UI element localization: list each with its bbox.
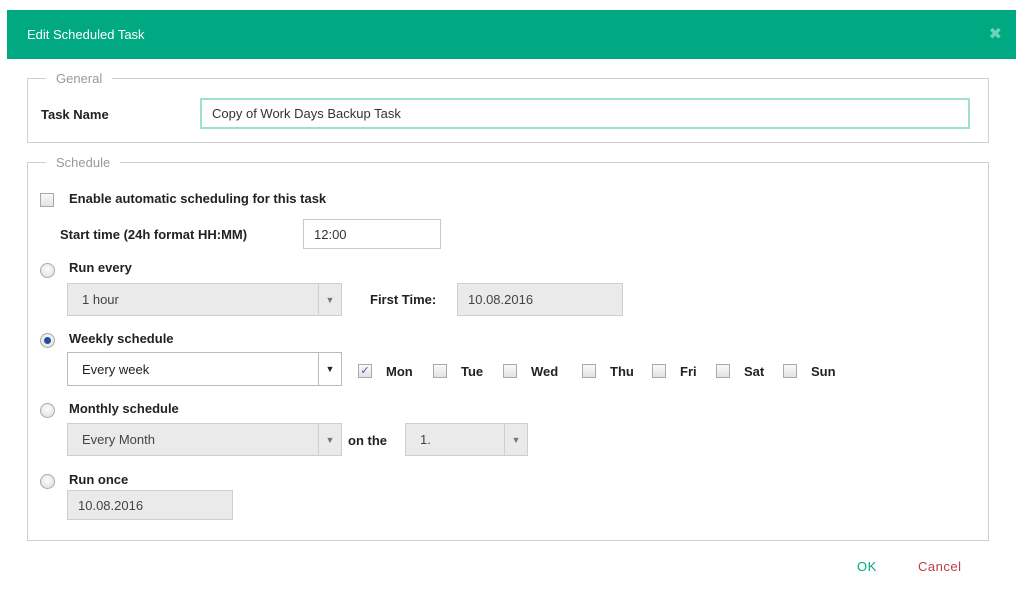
day-label-tue: Tue [461, 364, 484, 379]
schedule-section: Schedule [27, 155, 989, 541]
first-time-value: 10.08.2016 [468, 292, 534, 307]
ok-button[interactable]: OK [857, 559, 877, 574]
run-once-label: Run once [69, 472, 129, 487]
dialog-title-bar: Edit Scheduled Task ✖ [7, 10, 1016, 59]
monthly-frequency-select[interactable]: Every Month ▼ [67, 423, 342, 456]
dialog-title: Edit Scheduled Task [27, 27, 145, 42]
monthly-day-value: 1. [420, 432, 431, 447]
on-the-label: on the [348, 433, 387, 448]
day-label-mon: Mon [386, 364, 413, 379]
close-icon[interactable]: ✖ [989, 24, 1002, 44]
day-label-fri: Fri [680, 364, 697, 379]
day-checkbox-wed[interactable] [503, 364, 517, 378]
monthly-frequency-value: Every Month [82, 432, 155, 447]
day-label-thu: Thu [610, 364, 634, 379]
weekly-frequency-select[interactable]: Every week ▼ [67, 352, 342, 386]
enable-scheduling-label: Enable automatic scheduling for this tas… [69, 191, 327, 206]
day-label-wed: Wed [531, 364, 559, 379]
day-checkbox-thu[interactable] [582, 364, 596, 378]
day-checkbox-fri[interactable] [652, 364, 666, 378]
cancel-button[interactable]: Cancel [918, 559, 961, 574]
day-label-sun: Sun [811, 364, 836, 379]
start-time-input[interactable]: 12:00 [303, 219, 441, 249]
run-once-radio[interactable] [40, 474, 55, 489]
task-name-label: Task Name [41, 107, 109, 122]
general-legend: General [56, 71, 103, 86]
run-every-interval-value: 1 hour [82, 292, 119, 307]
first-time-input[interactable]: 10.08.2016 [457, 283, 623, 316]
chevron-down-icon: ▼ [318, 284, 341, 315]
run-every-radio[interactable] [40, 263, 55, 278]
monthly-schedule-label: Monthly schedule [69, 401, 179, 416]
weekly-frequency-value: Every week [82, 361, 150, 377]
chevron-down-icon: ▼ [318, 353, 341, 385]
run-once-date-value: 10.08.2016 [78, 497, 144, 513]
task-name-input[interactable]: Copy of Work Days Backup Task [200, 98, 970, 129]
day-label-sat: Sat [744, 364, 765, 379]
monthly-day-select[interactable]: 1. ▼ [405, 423, 528, 456]
run-once-date-input[interactable]: 10.08.2016 [67, 490, 233, 520]
day-checkbox-sun[interactable] [783, 364, 797, 378]
day-checkbox-mon[interactable]: ✓ [358, 364, 372, 378]
run-every-label: Run every [69, 260, 132, 275]
enable-scheduling-checkbox[interactable] [40, 193, 54, 207]
start-time-label: Start time (24h format HH:MM) [60, 227, 248, 242]
weekly-schedule-label: Weekly schedule [69, 331, 174, 346]
start-time-value: 12:00 [314, 226, 347, 242]
weekly-schedule-radio[interactable] [40, 333, 55, 348]
chevron-down-icon: ▼ [504, 424, 527, 455]
monthly-schedule-radio[interactable] [40, 403, 55, 418]
first-time-label: First Time: [370, 292, 437, 307]
day-checkbox-sat[interactable] [716, 364, 730, 378]
chevron-down-icon: ▼ [318, 424, 341, 455]
day-checkbox-tue[interactable] [433, 364, 447, 378]
task-name-value: Copy of Work Days Backup Task [212, 106, 401, 121]
schedule-legend: Schedule [56, 155, 111, 170]
run-every-interval-select[interactable]: 1 hour ▼ [67, 283, 342, 316]
